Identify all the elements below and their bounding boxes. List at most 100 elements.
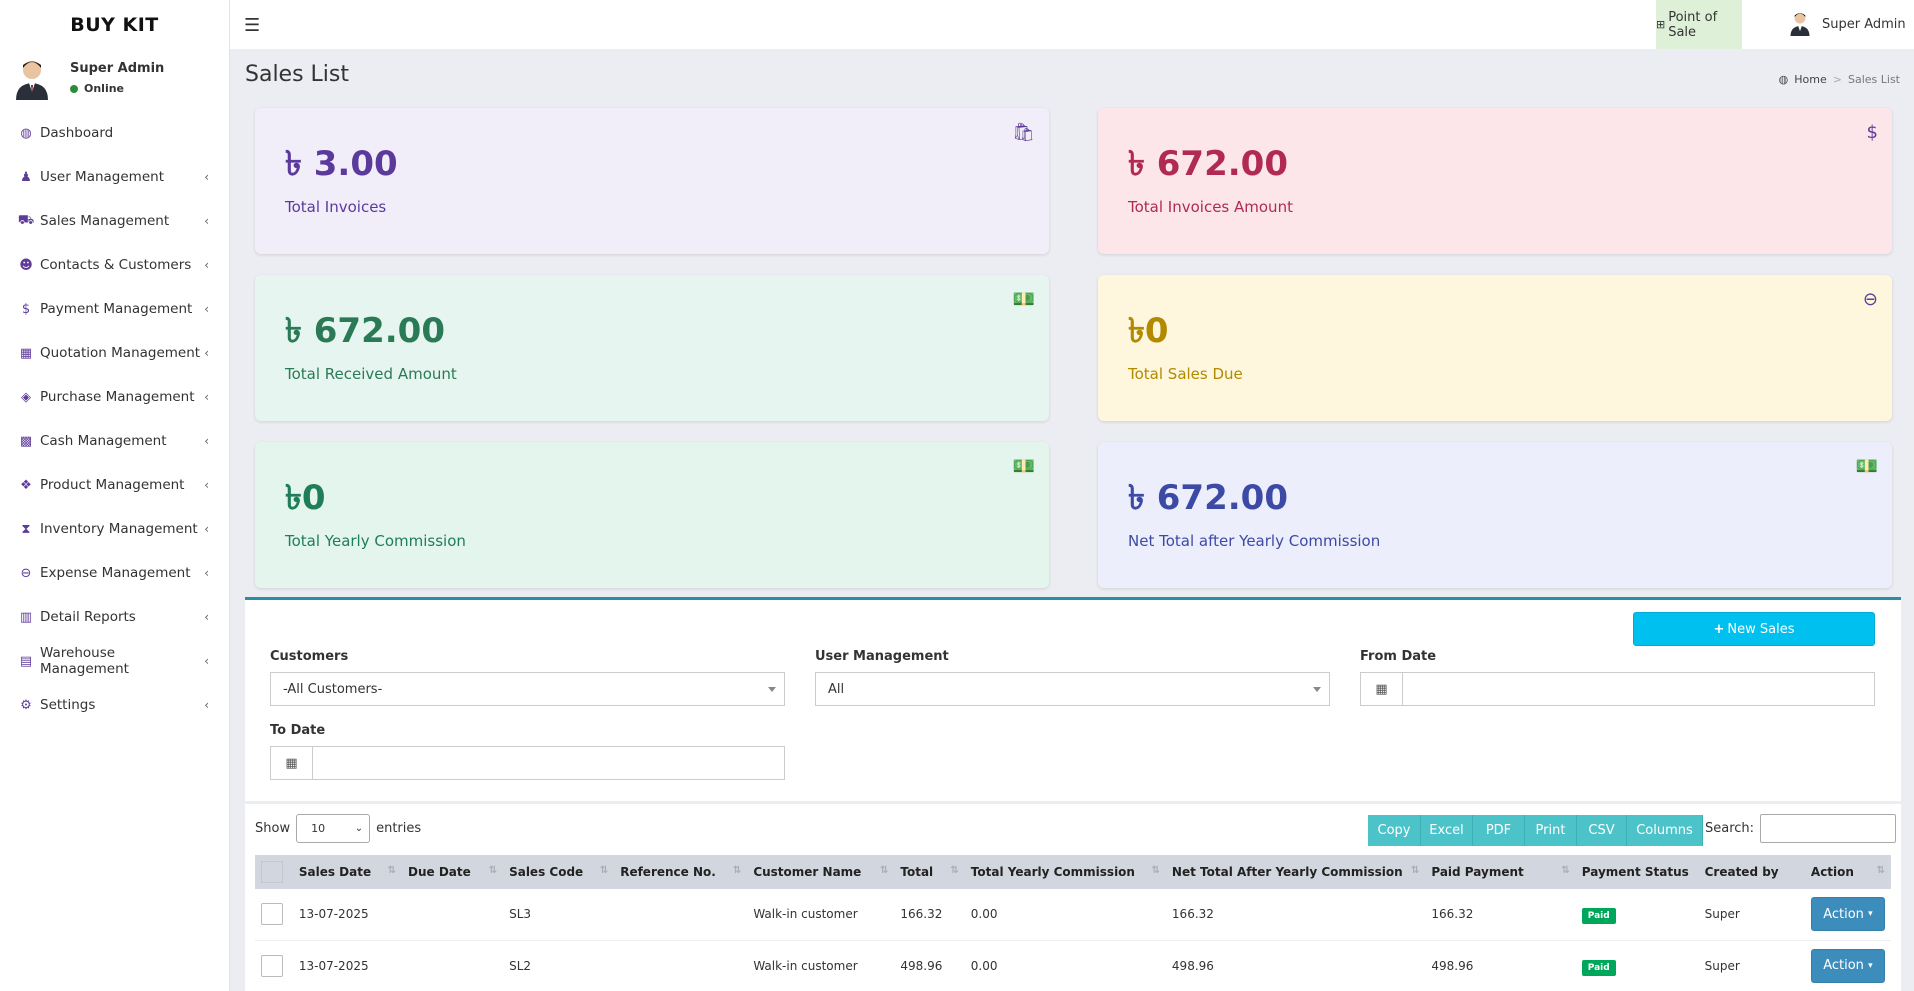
column-header-customer-name[interactable]: Customer Name ⇅ [747,855,894,889]
sidebar-item-quotation-management[interactable]: ▦ Quotation Management ‹ [0,331,229,375]
app-logo[interactable]: BUY KIT [0,0,229,49]
sidebar-item-label: User Management [40,169,164,185]
export-buttons: Copy Excel PDF Print CSV Columns [1368,815,1703,846]
column-header-label: Paid Payment [1431,865,1524,879]
column-header-action[interactable]: Action ⇅ [1805,855,1891,889]
sort-icon: ⇅ [1561,865,1570,876]
column-header-created-by[interactable]: Created by [1699,855,1805,889]
sidebar-item-product-management[interactable]: ❖ Product Management ‹ [0,463,229,507]
column-header-label: Net Total After Yearly Commission [1171,865,1403,879]
sidebar-item-inventory-management[interactable]: ⧗ Inventory Management ‹ [0,507,229,551]
stat-value: ৳ 672.00 [285,311,445,351]
search-label: Search: [1705,821,1755,836]
column-header-due-date[interactable]: Due Date ⇅ [402,855,503,889]
sidebar-item-label: Product Management [40,477,185,493]
stat-card: ৳ 672.00 Total Received Amount 💵 [255,275,1049,421]
page-length-value: 10 [311,822,326,835]
filter-panel: + New Sales Customers -All Customers- Us… [245,597,1901,801]
sidebar-item-purchase-management[interactable]: ◈ Purchase Management ‹ [0,375,229,419]
page-length-select[interactable]: 10 ⌄ [296,814,371,843]
column-header-total-yearly-commission[interactable]: Total Yearly Commission ⇅ [965,855,1166,889]
column-header-net-total-after-yearly-commission[interactable]: Net Total After Yearly Commission ⇅ [1166,855,1425,889]
sidebar-user-name: Super Admin [70,61,165,76]
cell-created-by: Super [1704,958,1740,973]
excel-button[interactable]: Excel [1421,815,1473,846]
column-header-reference-no[interactable]: Reference No. ⇅ [614,855,747,889]
point-of-sale-button[interactable]: ⊞ Point of Sale [1656,0,1742,49]
breadcrumb-home[interactable]: Home [1794,73,1826,86]
user-panel: Super Admin Online [0,49,229,107]
column-header-sales-date[interactable]: Sales Date ⇅ [293,855,402,889]
new-sales-button[interactable]: + New Sales [1633,612,1875,646]
action-dropdown-button[interactable]: Action ▾ [1810,897,1885,932]
sidebar-item-settings[interactable]: ⚙ Settings ‹ [0,683,229,727]
column-header-label: Reference No. [620,865,716,879]
cell-net-total: 498.96 [1171,958,1214,973]
action-dropdown-button[interactable]: Action ▾ [1810,948,1885,983]
breadcrumb-separator: > [1832,73,1842,86]
csv-button[interactable]: CSV [1577,815,1627,846]
sidebar-item-user-management[interactable]: ♟ User Management ‹ [0,155,229,199]
caret-down-icon [1313,687,1321,692]
column-header-label: Customer Name [753,865,862,879]
stat-label: Net Total after Yearly Commission [1128,532,1381,550]
columns-button[interactable]: Columns [1627,815,1703,846]
pdf-button[interactable]: PDF [1473,815,1525,846]
sort-icon: ⇅ [387,865,396,876]
sidebar-item-label: Inventory Management [40,521,198,537]
dashboard-icon: ◍ [1778,73,1789,86]
stat-value: ৳ 3.00 [285,144,398,184]
print-button[interactable]: Print [1525,815,1577,846]
column-header-paid-payment[interactable]: Paid Payment ⇅ [1425,855,1575,889]
entries-label: entries [376,821,422,836]
row-checkbox[interactable] [261,954,283,977]
top-user-name: Super Admin [1822,17,1906,32]
user-management-select[interactable]: All [815,672,1330,706]
user-status: Online [70,82,164,95]
cell-customer: Walk-in customer [753,958,858,973]
money-bill-icon: 💵 [1855,456,1878,477]
column-header-label: Total Yearly Commission [970,865,1135,879]
sidebar-item-expense-management[interactable]: ⊖ Expense Management ‹ [0,551,229,595]
breadcrumb-current: Sales List [1847,73,1900,86]
sidebar-item-label: Warehouse Management [40,645,129,677]
row-checkbox[interactable] [261,903,283,926]
plus-square-icon: ⊞ [1656,18,1666,31]
column-header-total[interactable]: Total ⇅ [894,855,964,889]
sidebar-item-cash-management[interactable]: ▩ Cash Management ‹ [0,419,229,463]
from-date-input[interactable]: ▦ [1360,672,1875,706]
sales-table: Sales Date ⇅ Due Date ⇅ Sales Code ⇅ Reference… [255,855,1891,991]
caret-down-icon [768,687,776,692]
cell-due-date [402,889,503,940]
table-header-row: Sales Date ⇅ Due Date ⇅ Sales Code ⇅ Reference… [255,855,1891,889]
sidebar-item-dashboard[interactable]: ◍ Dashboard [0,111,229,155]
chevron-left-icon: ‹ [204,698,209,712]
minus-circle-icon: ⊖ [1862,289,1878,310]
copy-button[interactable]: Copy [1368,815,1421,846]
menu-toggle-icon[interactable]: ☰ [244,15,260,36]
chevron-left-icon: ‹ [204,522,209,536]
chevron-left-icon: ‹ [204,610,209,624]
column-header-payment-status[interactable]: Payment Status [1576,855,1699,889]
sidebar-item-warehouse-management[interactable]: ▤ Warehouse Management ‹ [0,639,229,683]
search-input[interactable] [1760,814,1897,843]
select-all-checkbox[interactable] [261,861,283,883]
chevron-left-icon: ‹ [204,566,209,580]
sidebar-item-payment-management[interactable]: $ Payment Management ‹ [0,287,229,331]
select-all-cell [255,855,293,889]
sidebar-item-sales-management[interactable]: ⛟ Sales Management ‹ [0,199,229,243]
to-date-input[interactable]: ▦ [270,746,785,780]
column-header-sales-code[interactable]: Sales Code ⇅ [503,855,614,889]
row-select-cell [255,940,293,991]
sidebar-item-detail-reports[interactable]: ▥ Detail Reports ‹ [0,595,229,639]
customers-select[interactable]: -All Customers- [270,672,785,706]
cell-reference [614,940,747,991]
stat-card: ৳0 Total Sales Due ⊖ [1098,275,1892,421]
sidebar-item-label: Settings [40,697,96,713]
sidebar-item-contacts-customers[interactable]: ☻ Contacts & Customers ‹ [0,243,229,287]
cell-net-total: 166.32 [1171,907,1214,922]
top-user-menu[interactable]: Super Admin [1788,0,1906,49]
sidebar-item-label: Expense Management [40,565,191,581]
stat-card: ৳ 3.00 Total Invoices 🛍 [255,108,1049,254]
cell-due-date [402,940,503,991]
